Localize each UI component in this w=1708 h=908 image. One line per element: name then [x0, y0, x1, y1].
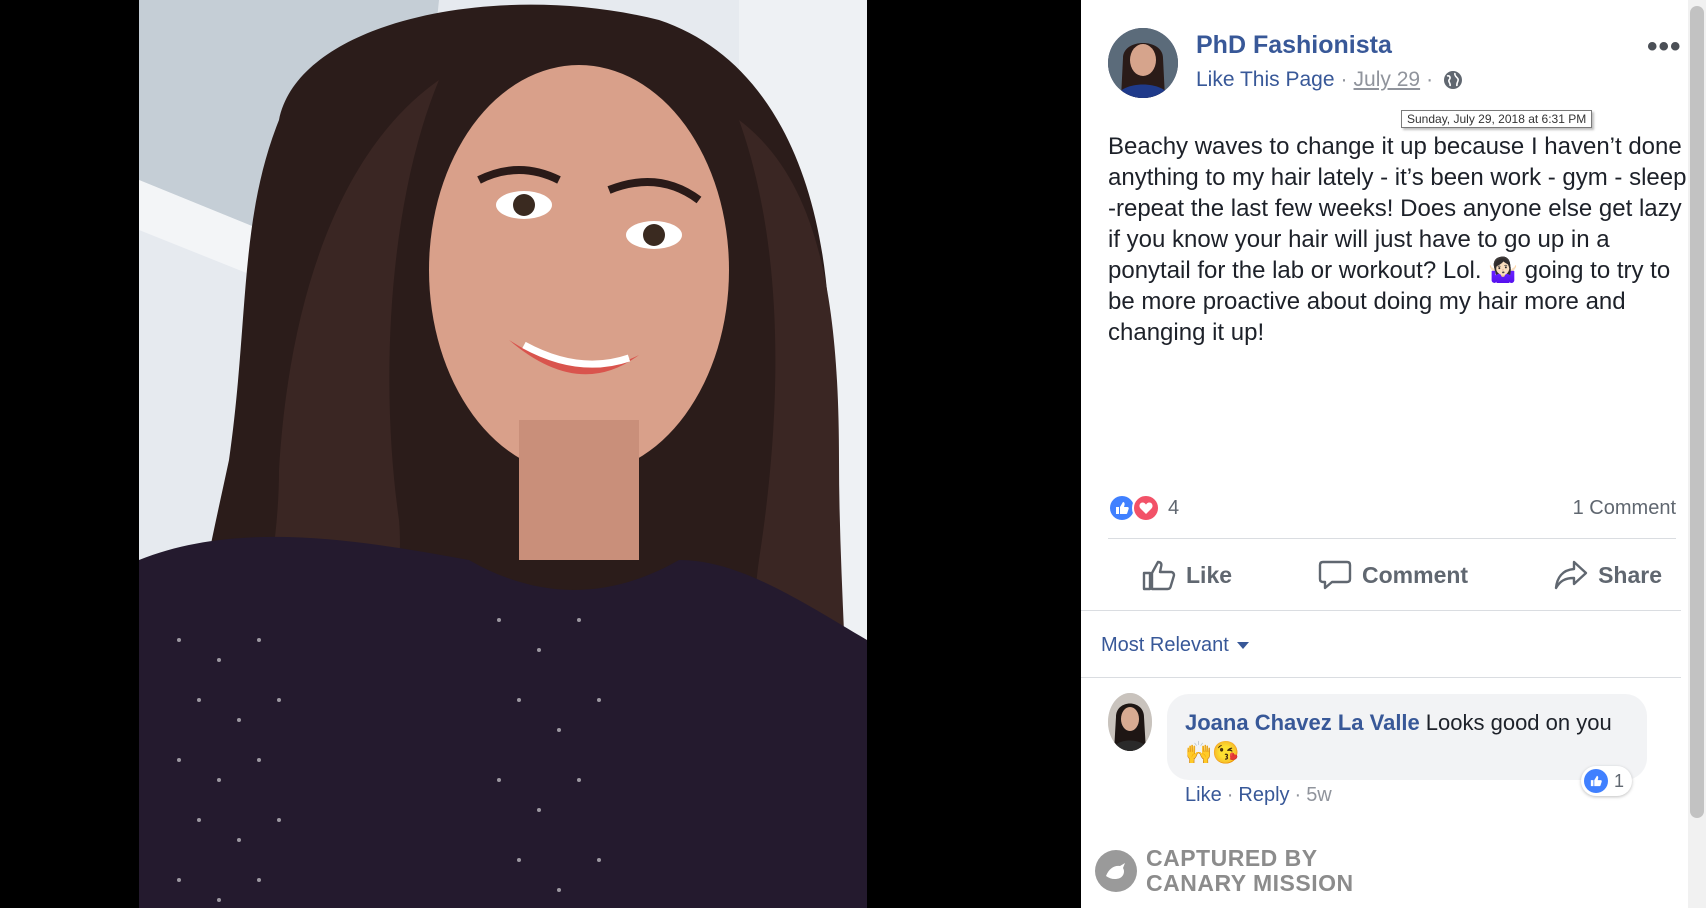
post-actions: Like Comment Share: [1108, 552, 1676, 598]
comment-time[interactable]: 5w: [1306, 784, 1332, 807]
post-text: Beachy waves to change it up because I h…: [1108, 133, 1687, 346]
canary-bird-icon: [1095, 850, 1137, 892]
comment-sort-dropdown[interactable]: Most Relevant: [1101, 634, 1249, 657]
like-button-label: Like: [1186, 561, 1233, 588]
comment-like-link[interactable]: Like: [1185, 784, 1222, 807]
post-meta: Like This Page · July 29 ·: [1196, 68, 1463, 92]
scrollbar-thumb[interactable]: [1690, 6, 1704, 818]
globe-icon: [1443, 70, 1463, 90]
share-icon: [1554, 560, 1588, 590]
comment-button-label: Comment: [1362, 561, 1469, 588]
thumbs-up-icon: [1142, 560, 1176, 591]
comment-button[interactable]: Comment: [1318, 552, 1468, 598]
comment-actions: Like · Reply · 5w: [1185, 784, 1332, 807]
divider: [1108, 538, 1676, 539]
date-tooltip: Sunday, July 29, 2018 at 6:31 PM: [1401, 110, 1593, 128]
selfie-illustration: [139, 0, 867, 908]
reaction-count[interactable]: 4: [1168, 497, 1179, 520]
link-separator: ·: [1294, 784, 1302, 806]
comment-icon: [1318, 560, 1352, 590]
watermark-line-1: CAPTURED BY: [1146, 845, 1318, 871]
comment-reply-link[interactable]: Reply: [1238, 784, 1289, 807]
love-reaction-icon: [1132, 494, 1160, 522]
comment-reactions[interactable]: 1: [1581, 766, 1633, 796]
meta-separator: ·: [1426, 68, 1434, 91]
watermark-text: CAPTURED BY CANARY MISSION: [1146, 846, 1354, 896]
divider: [1081, 677, 1681, 678]
comment-reaction-count: 1: [1614, 770, 1625, 791]
comment-author-link[interactable]: Joana Chavez La Valle: [1185, 710, 1420, 735]
watermark: CAPTURED BY CANARY MISSION: [1095, 846, 1354, 896]
link-separator: ·: [1226, 784, 1234, 806]
share-button-label: Share: [1598, 561, 1662, 588]
reaction-icons[interactable]: [1108, 494, 1160, 522]
divider: [1081, 610, 1681, 611]
post-photo[interactable]: [139, 0, 867, 908]
caret-down-icon: [1236, 642, 1249, 649]
like-reaction-icon: [1584, 769, 1608, 793]
share-button[interactable]: Share: [1554, 552, 1662, 598]
post-viewer: PhD Fashionista ••• Like This Page · Jul…: [0, 0, 1708, 908]
commenter-avatar[interactable]: [1108, 693, 1152, 751]
post-sidebar: PhD Fashionista ••• Like This Page · Jul…: [1081, 0, 1708, 908]
comment-count-link[interactable]: 1 Comment: [1573, 497, 1676, 520]
meta-separator: ·: [1340, 68, 1348, 91]
post-date-link[interactable]: July 29: [1354, 68, 1421, 92]
page-avatar[interactable]: [1108, 28, 1178, 98]
page-avatar-image: [1108, 28, 1178, 98]
like-page-link[interactable]: Like This Page: [1196, 68, 1335, 92]
comment-bubble: Joana Chavez La Valle Looks good on you 🙌…: [1167, 694, 1647, 780]
reactions-summary: 4 1 Comment: [1108, 490, 1676, 526]
page-name-link[interactable]: PhD Fashionista: [1196, 31, 1392, 60]
commenter-avatar-image: [1108, 693, 1152, 751]
more-options-button[interactable]: •••: [1647, 30, 1682, 64]
photo-panel: [0, 0, 1081, 908]
comment-sort-label: Most Relevant: [1101, 634, 1229, 656]
watermark-line-2: CANARY MISSION: [1146, 870, 1354, 896]
like-button[interactable]: Like: [1142, 552, 1232, 598]
